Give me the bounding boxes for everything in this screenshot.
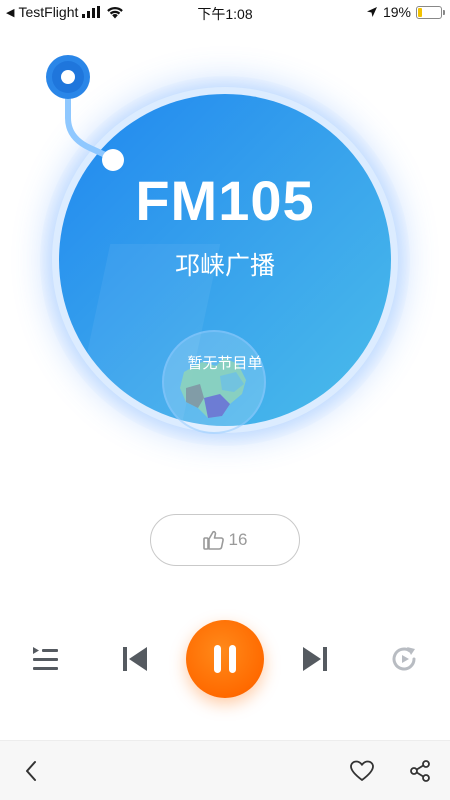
status-right: 19% bbox=[366, 4, 445, 20]
playlist-icon bbox=[33, 647, 58, 670]
previous-button[interactable] bbox=[118, 642, 152, 676]
replay-icon bbox=[392, 647, 416, 671]
next-button[interactable] bbox=[298, 642, 332, 676]
playback-controls bbox=[0, 620, 450, 700]
battery-percent: 19% bbox=[382, 4, 411, 20]
skip-previous-icon bbox=[123, 647, 147, 671]
like-button[interactable]: 16 bbox=[150, 514, 300, 566]
bottom-bar bbox=[0, 740, 450, 800]
playlist-button[interactable] bbox=[28, 642, 62, 676]
thumbs-up-icon bbox=[202, 530, 224, 550]
region-map-icon bbox=[162, 330, 266, 434]
battery-fill bbox=[418, 7, 423, 17]
tonearm bbox=[46, 55, 124, 171]
heart-icon bbox=[350, 760, 374, 781]
share-button[interactable] bbox=[406, 757, 434, 785]
share-icon bbox=[410, 760, 430, 782]
replay-button[interactable] bbox=[388, 642, 422, 676]
chevron-left-icon bbox=[26, 761, 36, 781]
battery-icon bbox=[416, 5, 445, 19]
pause-icon bbox=[214, 645, 236, 673]
play-pause-button[interactable] bbox=[186, 620, 264, 698]
location-arrow-icon bbox=[366, 7, 377, 17]
program-schedule-text: 暂无节目单 bbox=[187, 354, 263, 372]
favorite-button[interactable] bbox=[348, 757, 376, 785]
like-count: 16 bbox=[228, 530, 248, 549]
back-button[interactable] bbox=[18, 757, 44, 785]
station-name: 邛崃广播 bbox=[174, 251, 275, 280]
skip-next-icon bbox=[303, 647, 327, 671]
region-map-graphic bbox=[180, 358, 246, 418]
